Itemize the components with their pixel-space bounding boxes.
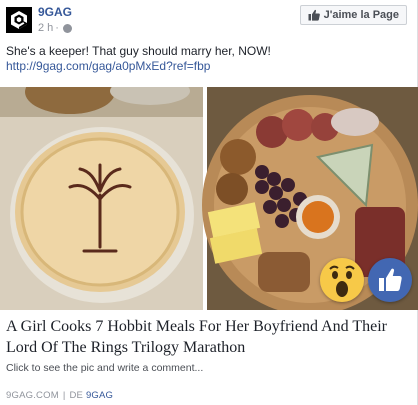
reaction-badges xyxy=(320,258,412,302)
source-separator: | xyxy=(62,390,66,401)
timestamp-link[interactable]: 2 h xyxy=(38,22,53,34)
globe-icon xyxy=(62,23,72,33)
thumbs-up-icon xyxy=(308,9,320,21)
post-meta: 2 h · xyxy=(38,22,72,34)
post-message: She's a keeper! That guy should marry he… xyxy=(6,44,271,58)
post-image[interactable] xyxy=(0,87,418,310)
source-name-link[interactable]: 9GAG xyxy=(86,390,113,401)
post-url-link[interactable]: http://9gag.com/gag/a0pMxEd?ref=fbp xyxy=(6,59,406,74)
like-page-label: J'aime la Page xyxy=(323,9,399,21)
like-icon[interactable] xyxy=(368,258,412,302)
link-preview-title[interactable]: A Girl Cooks 7 Hobbit Meals For Her Boyf… xyxy=(6,316,406,358)
page-name-link[interactable]: 9GAG xyxy=(38,5,72,19)
post-text-block: She's a keeper! That guy should marry he… xyxy=(6,44,406,74)
like-page-button[interactable]: J'aime la Page xyxy=(299,5,407,25)
link-preview-description: Click to see the pic and write a comment… xyxy=(6,362,204,374)
meta-separator: · xyxy=(55,22,59,34)
wow-icon[interactable] xyxy=(320,258,364,302)
post-card: 9GAG 2 h · J'aime la Page She's a keeper… xyxy=(0,0,418,405)
link-domain: 9GAG.COM xyxy=(6,390,59,401)
link-preview-source: 9GAG.COM | DE 9GAG xyxy=(6,390,113,401)
by-label: DE xyxy=(69,390,84,401)
9gag-logo-icon xyxy=(6,7,32,33)
page-avatar[interactable] xyxy=(6,7,32,33)
